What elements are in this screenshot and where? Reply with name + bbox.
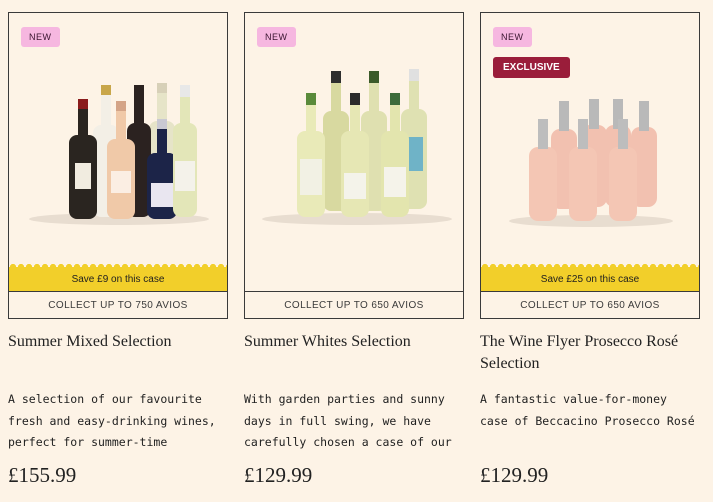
product-title[interactable]: The Wine Flyer Prosecco Rosé Selection (480, 331, 700, 375)
product-image-frame[interactable]: NEW (244, 12, 464, 292)
save-banner: Save £9 on this case (9, 263, 227, 291)
product-price: £155.99 (8, 463, 77, 487)
wine-bottles-image (262, 69, 452, 225)
product-title[interactable]: Summer Mixed Selection (8, 331, 228, 375)
avios-label: COLLECT UP TO 650 AVIOS (244, 292, 464, 319)
product-price: £129.99 (480, 463, 549, 487)
wine-bottles-image (29, 83, 209, 225)
product-price: £129.99 (244, 463, 313, 487)
avios-label: COLLECT UP TO 750 AVIOS (8, 292, 228, 319)
product-description: A selection of our favourite fresh and e… (8, 392, 216, 449)
prosecco-bottles-image (509, 99, 673, 227)
product-description: With garden parties and sunny days in fu… (244, 392, 452, 449)
product-card-summer-mixed[interactable]: NEW Save £9 on this case COLLECT UP TO 7… (8, 12, 228, 488)
avios-label: COLLECT UP TO 650 AVIOS (480, 292, 700, 319)
product-description: A fantastic value-for-money case of Becc… (480, 392, 695, 428)
product-card-summer-whites[interactable]: NEW COLLECT UP TO 650 AVIOS Summer White… (244, 12, 464, 488)
product-card-prosecco-rose[interactable]: NEW EXCLUSIVE Save £25 on this case COLL… (480, 12, 700, 488)
product-title[interactable]: Summer Whites Selection (244, 331, 464, 375)
product-image-frame[interactable]: NEW (8, 12, 228, 292)
product-image-frame[interactable]: NEW EXCLUSIVE Save £25 on this case (480, 12, 700, 292)
save-banner: Save £25 on this case (481, 263, 699, 291)
